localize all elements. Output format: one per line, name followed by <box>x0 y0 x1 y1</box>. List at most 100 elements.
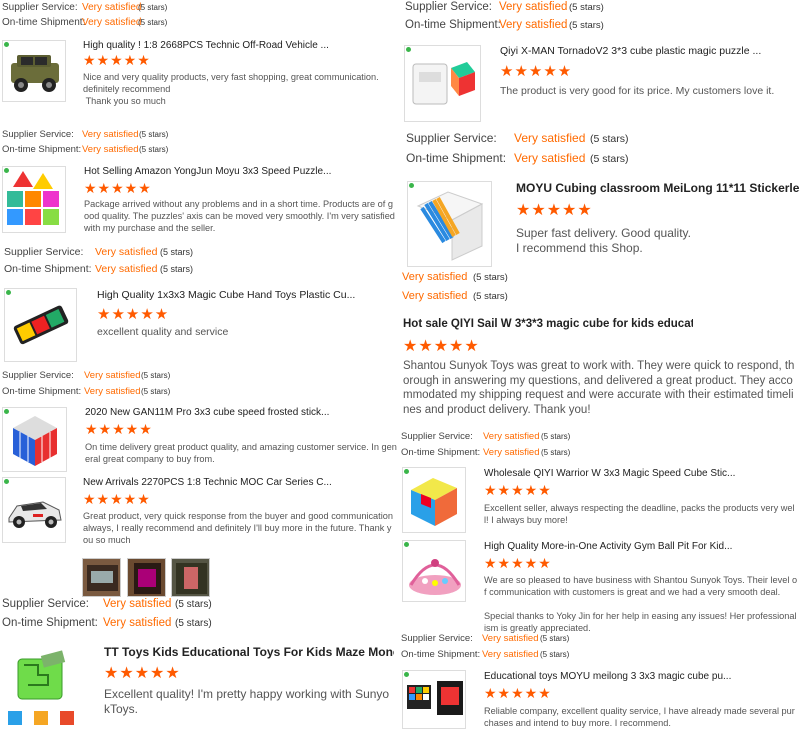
supplier-service-value: Very satisfied <box>483 431 540 442</box>
supplier-service-value: Very satisfied <box>402 271 468 283</box>
ontime-shipment-rating: On-time Shipment:Very satisfied(5 stars) <box>2 144 168 155</box>
stars-count: (5 stars) <box>160 247 194 257</box>
product-thumbnail[interactable] <box>2 645 84 729</box>
review-photo[interactable] <box>82 558 121 597</box>
meilong-3-cube-image <box>407 681 463 715</box>
review-text: Excellent quality! I'm pretty happy work… <box>104 687 390 716</box>
stars-count: (5 stars) <box>175 618 212 629</box>
ontime-shipment-rating: On-time Shipment:Very satisfied(5 stars) <box>4 263 193 275</box>
gan-cube-image <box>13 416 57 466</box>
ontime-shipment-value: Very satisfied <box>103 617 172 629</box>
product-title-link[interactable]: New Arrivals 2270PCS 1:8 Technic MOC Car… <box>83 477 383 488</box>
supplier-service-rating: Supplier Service:Very satisfied(5 stars) <box>2 598 212 610</box>
tornado-cube-image <box>412 62 475 105</box>
ontime-shipment-rating: On-time Shipment:Very satisfied(5 stars) <box>401 649 569 660</box>
review-text: excellent quality and service <box>97 326 229 338</box>
ontime-shipment-label: On-time Shipment: <box>2 17 86 28</box>
product-title-link[interactable]: High Quality More-in-One Activity Gym Ba… <box>484 541 794 552</box>
product-thumbnail[interactable] <box>2 40 66 102</box>
supplier-service-rating: Supplier Service:Very satisfied(5 stars) <box>406 131 629 145</box>
meilong-cube-image <box>416 191 484 261</box>
supplier-service-value: Very satisfied <box>82 129 139 140</box>
product-title-link[interactable]: TT Toys Kids Educational Toys For Kids M… <box>104 645 394 659</box>
stars-count: (5 stars) <box>175 599 212 610</box>
verified-dot <box>4 409 9 414</box>
supplier-service-label: Supplier Service: <box>2 370 74 381</box>
ontime-shipment-value: Very satisfied <box>95 263 158 275</box>
stars-count: (5 stars) <box>141 371 171 380</box>
supplier-service-rating: Supplier Service: Very satisfied(5 stars) <box>2 370 170 381</box>
ontime-shipment-label: On-time Shipment: <box>401 649 481 660</box>
ontime-shipment-rating: Very satisfied (5 stars) <box>402 290 508 302</box>
activity-gym-image <box>409 559 461 595</box>
ontime-shipment-value: Very satisfied <box>82 144 139 155</box>
verified-dot <box>4 479 9 484</box>
verified-dot <box>404 469 409 474</box>
supplier-service-label: Supplier Service: <box>2 129 74 140</box>
ontime-shipment-label: On-time Shipment: <box>4 263 92 275</box>
review-stars: ★★★★★ <box>500 63 573 80</box>
product-title-link[interactable]: High quality ! 1:8 2668PCS Technic Off-R… <box>83 40 383 51</box>
product-thumbnail[interactable] <box>402 670 466 729</box>
ontime-shipment-value: Very satisfied <box>482 649 539 660</box>
supplier-service-label: Supplier Service: <box>405 1 492 13</box>
product-title-link[interactable]: MOYU Cubing classroom MeiLong 11*11 Stic… <box>516 181 800 195</box>
ontime-shipment-rating: On-time Shipment:Very satisfied(5 stars) <box>2 617 212 629</box>
supplier-service-label: Supplier Service: <box>401 431 473 442</box>
product-thumbnail[interactable] <box>4 288 77 362</box>
product-title-link[interactable]: Hot sale QIYI Sail W 3*3*3 magic cube fo… <box>403 318 693 330</box>
supplier-service-rating: Supplier Service:Very satisfied(5 stars) <box>401 633 569 644</box>
stars-count: (5 stars) <box>139 130 169 139</box>
review-photo[interactable] <box>127 558 166 597</box>
product-thumbnail[interactable] <box>404 45 481 122</box>
review-stars: ★★★★★ <box>516 202 593 219</box>
supplier-service-value: Very satisfied <box>84 370 141 381</box>
product-thumbnail[interactable] <box>2 477 66 543</box>
product-title-link[interactable]: 2020 New GAN11M Pro 3x3 cube speed frost… <box>85 407 385 418</box>
stars-count: (5 stars) <box>473 272 508 283</box>
review-text: Shantou Sunyok Toys was great to work wi… <box>403 360 795 416</box>
product-title-link[interactable]: Wholesale QIYI Warrior W 3x3 Magic Speed… <box>484 468 794 479</box>
product-thumbnail[interactable] <box>402 467 466 533</box>
stars-count: (5 stars) <box>590 153 629 165</box>
product-thumbnail[interactable] <box>402 540 466 602</box>
review-stars: ★★★★★ <box>83 491 151 507</box>
product-thumbnail[interactable] <box>2 407 67 472</box>
stars-count: (5 stars) <box>160 264 194 274</box>
ontime-shipment-value: Very satisfied <box>402 290 468 302</box>
ontime-shipment-label: On-time Shipment: <box>405 19 501 31</box>
ontime-shipment-label: On-time Shipment: <box>2 144 82 155</box>
verified-dot <box>409 183 414 188</box>
supplier-service-label: Supplier Service: <box>406 131 497 145</box>
supplier-service-value: Very satisfied <box>482 633 539 644</box>
product-title-link[interactable]: Qiyi X-MAN TornadoV2 3*3 cube plastic ma… <box>500 45 795 57</box>
product-title-link[interactable]: Hot Selling Amazon YongJun Moyu 3x3 Spee… <box>84 166 384 177</box>
product-title-link[interactable]: Educational toys MOYU meilong 3 3x3 magi… <box>484 671 794 682</box>
supplier-service-value: Very satisfied <box>514 131 586 145</box>
supplier-service-label: Supplier Service: <box>2 2 78 13</box>
supplier-service-rating: Supplier Service:Very satisfied(5 stars) <box>2 2 167 13</box>
ontime-shipment-rating: On-time Shipment:Very satisfied(5 stars) <box>2 17 167 28</box>
product-title-link[interactable]: High Quality 1x3x3 Magic Cube Hand Toys … <box>97 289 387 301</box>
supplier-service-rating: Supplier Service:Very satisfied(5 stars) <box>405 1 604 13</box>
stars-count: (5 stars) <box>141 387 171 396</box>
verified-dot <box>406 47 411 52</box>
review-photo[interactable] <box>171 558 210 597</box>
stars-count: (5 stars) <box>541 432 571 441</box>
verified-dot <box>404 542 409 547</box>
stars-count: (5 stars) <box>138 3 168 12</box>
review-stars: ★★★★★ <box>104 665 181 682</box>
product-thumbnail[interactable] <box>407 181 492 267</box>
ontime-shipment-value: Very satisfied <box>84 386 141 397</box>
product-thumbnail[interactable] <box>2 166 66 233</box>
puzzle-cubes-image <box>7 171 59 225</box>
technic-car-image <box>8 501 62 528</box>
verified-dot <box>4 42 9 47</box>
stars-count: (5 stars) <box>540 634 570 643</box>
review-stars: ★★★★★ <box>484 685 552 701</box>
review-text: We are so pleased to have business with … <box>484 575 798 633</box>
verified-dot <box>4 168 9 173</box>
supplier-service-rating: Very satisfied (5 stars) <box>402 271 508 283</box>
ontime-shipment-rating: On-time Shipment:Very satisfied(5 stars) <box>2 386 170 397</box>
ontime-shipment-value: Very satisfied <box>82 17 142 28</box>
